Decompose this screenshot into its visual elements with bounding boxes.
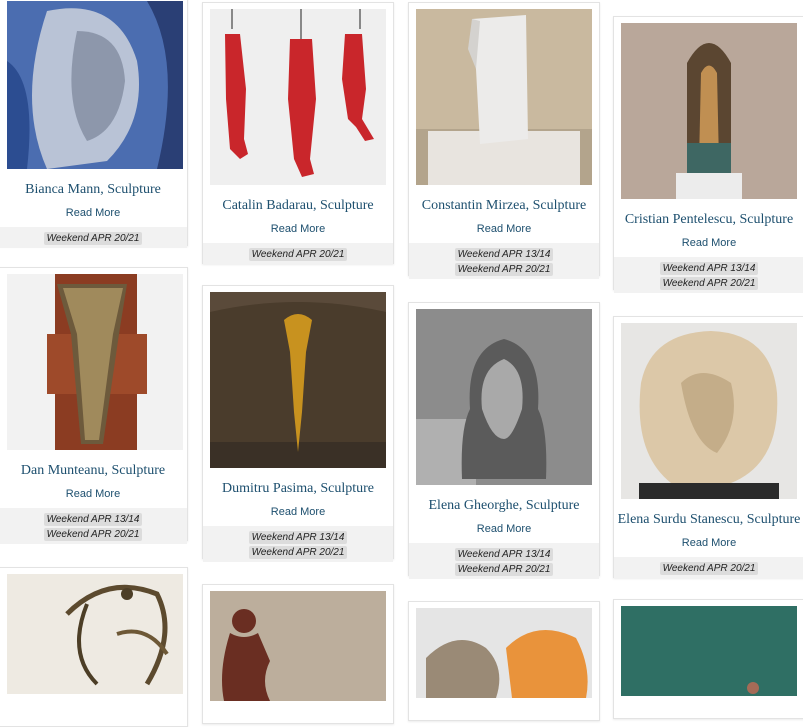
read-more-link[interactable]: Read More	[614, 237, 803, 249]
event-tags: Weekend APR 20/21	[203, 243, 393, 264]
event-tag[interactable]: Weekend APR 13/14	[43, 513, 143, 526]
event-tag[interactable]: Weekend APR 13/14	[659, 262, 759, 275]
artist-name[interactable]: Bianca Mann, Sculpture	[0, 181, 187, 199]
sculpture-image[interactable]	[7, 574, 183, 694]
event-tag[interactable]: Weekend APR 13/14	[454, 248, 554, 261]
read-more-link[interactable]: Read More	[409, 523, 599, 535]
event-tag[interactable]: Weekend APR 20/21	[454, 263, 554, 276]
event-tag[interactable]: Weekend APR 13/14	[454, 548, 554, 561]
event-tag[interactable]: Weekend APR 13/14	[248, 531, 348, 544]
read-more-link[interactable]: Read More	[614, 537, 803, 549]
sculpture-image[interactable]	[416, 608, 592, 698]
sculpture-image[interactable]	[621, 323, 797, 499]
event-tag[interactable]: Weekend APR 20/21	[43, 232, 143, 245]
sculpture-image[interactable]	[621, 23, 797, 199]
artist-card: Constantin Mirzea, Sculpture Read More W…	[408, 2, 600, 279]
artist-card: Cristian Pentelescu, Sculpture Read More…	[613, 16, 803, 293]
artist-card: Bianca Mann, Sculpture Read More Weekend…	[0, 0, 188, 248]
read-more-link[interactable]: Read More	[409, 223, 599, 235]
read-more-link[interactable]: Read More	[203, 223, 393, 235]
sculpture-image[interactable]	[210, 9, 386, 185]
event-tags: Weekend APR 13/14 Weekend APR 20/21	[203, 526, 393, 562]
event-tags: Weekend APR 13/14 Weekend APR 20/21	[614, 257, 803, 293]
artist-name[interactable]: Elena Surdu Stanescu, Sculpture	[614, 511, 803, 529]
sculpture-image[interactable]	[7, 274, 183, 450]
sculpture-image[interactable]	[416, 9, 592, 185]
sculpture-image[interactable]	[7, 1, 183, 169]
event-tags: Weekend APR 13/14 Weekend APR 20/21	[409, 243, 599, 279]
artist-card	[613, 599, 803, 719]
event-tag[interactable]: Weekend APR 20/21	[248, 546, 348, 559]
read-more-link[interactable]: Read More	[203, 506, 393, 518]
event-tag[interactable]: Weekend APR 20/21	[659, 277, 759, 290]
artist-name[interactable]: Catalin Badarau, Sculpture	[203, 197, 393, 215]
artist-name[interactable]: Constantin Mirzea, Sculpture	[409, 197, 599, 215]
artist-card	[408, 601, 600, 721]
sculpture-image[interactable]	[210, 591, 386, 701]
event-tag[interactable]: Weekend APR 20/21	[43, 528, 143, 541]
event-tag[interactable]: Weekend APR 20/21	[659, 562, 759, 575]
artist-card	[202, 584, 394, 724]
artist-name[interactable]: Cristian Pentelescu, Sculpture	[614, 211, 803, 229]
event-tags: Weekend APR 13/14 Weekend APR 20/21	[409, 543, 599, 579]
artist-card: Dumitru Pasima, Sculpture Read More Week…	[202, 285, 394, 562]
sculpture-image[interactable]	[210, 292, 386, 468]
event-tags: Weekend APR 20/21	[0, 227, 187, 248]
event-tag[interactable]: Weekend APR 20/21	[248, 248, 348, 261]
sculpture-image[interactable]	[416, 309, 592, 485]
sculpture-image[interactable]	[621, 606, 797, 696]
artist-card	[0, 567, 188, 727]
event-tag[interactable]: Weekend APR 20/21	[454, 563, 554, 576]
read-more-link[interactable]: Read More	[0, 488, 187, 500]
event-tags: Weekend APR 13/14 Weekend APR 20/21	[0, 508, 187, 544]
artist-card: Elena Surdu Stanescu, Sculpture Read Mor…	[613, 316, 803, 578]
artist-name[interactable]: Elena Gheorghe, Sculpture	[409, 497, 599, 515]
artist-card: Elena Gheorghe, Sculpture Read More Week…	[408, 302, 600, 579]
read-more-link[interactable]: Read More	[0, 207, 187, 219]
artist-name[interactable]: Dumitru Pasima, Sculpture	[203, 480, 393, 498]
artist-name[interactable]: Dan Munteanu, Sculpture	[0, 462, 187, 480]
artist-card: Dan Munteanu, Sculpture Read More Weeken…	[0, 267, 188, 544]
artist-card: Catalin Badarau, Sculpture Read More Wee…	[202, 2, 394, 264]
event-tags: Weekend APR 20/21	[614, 557, 803, 578]
